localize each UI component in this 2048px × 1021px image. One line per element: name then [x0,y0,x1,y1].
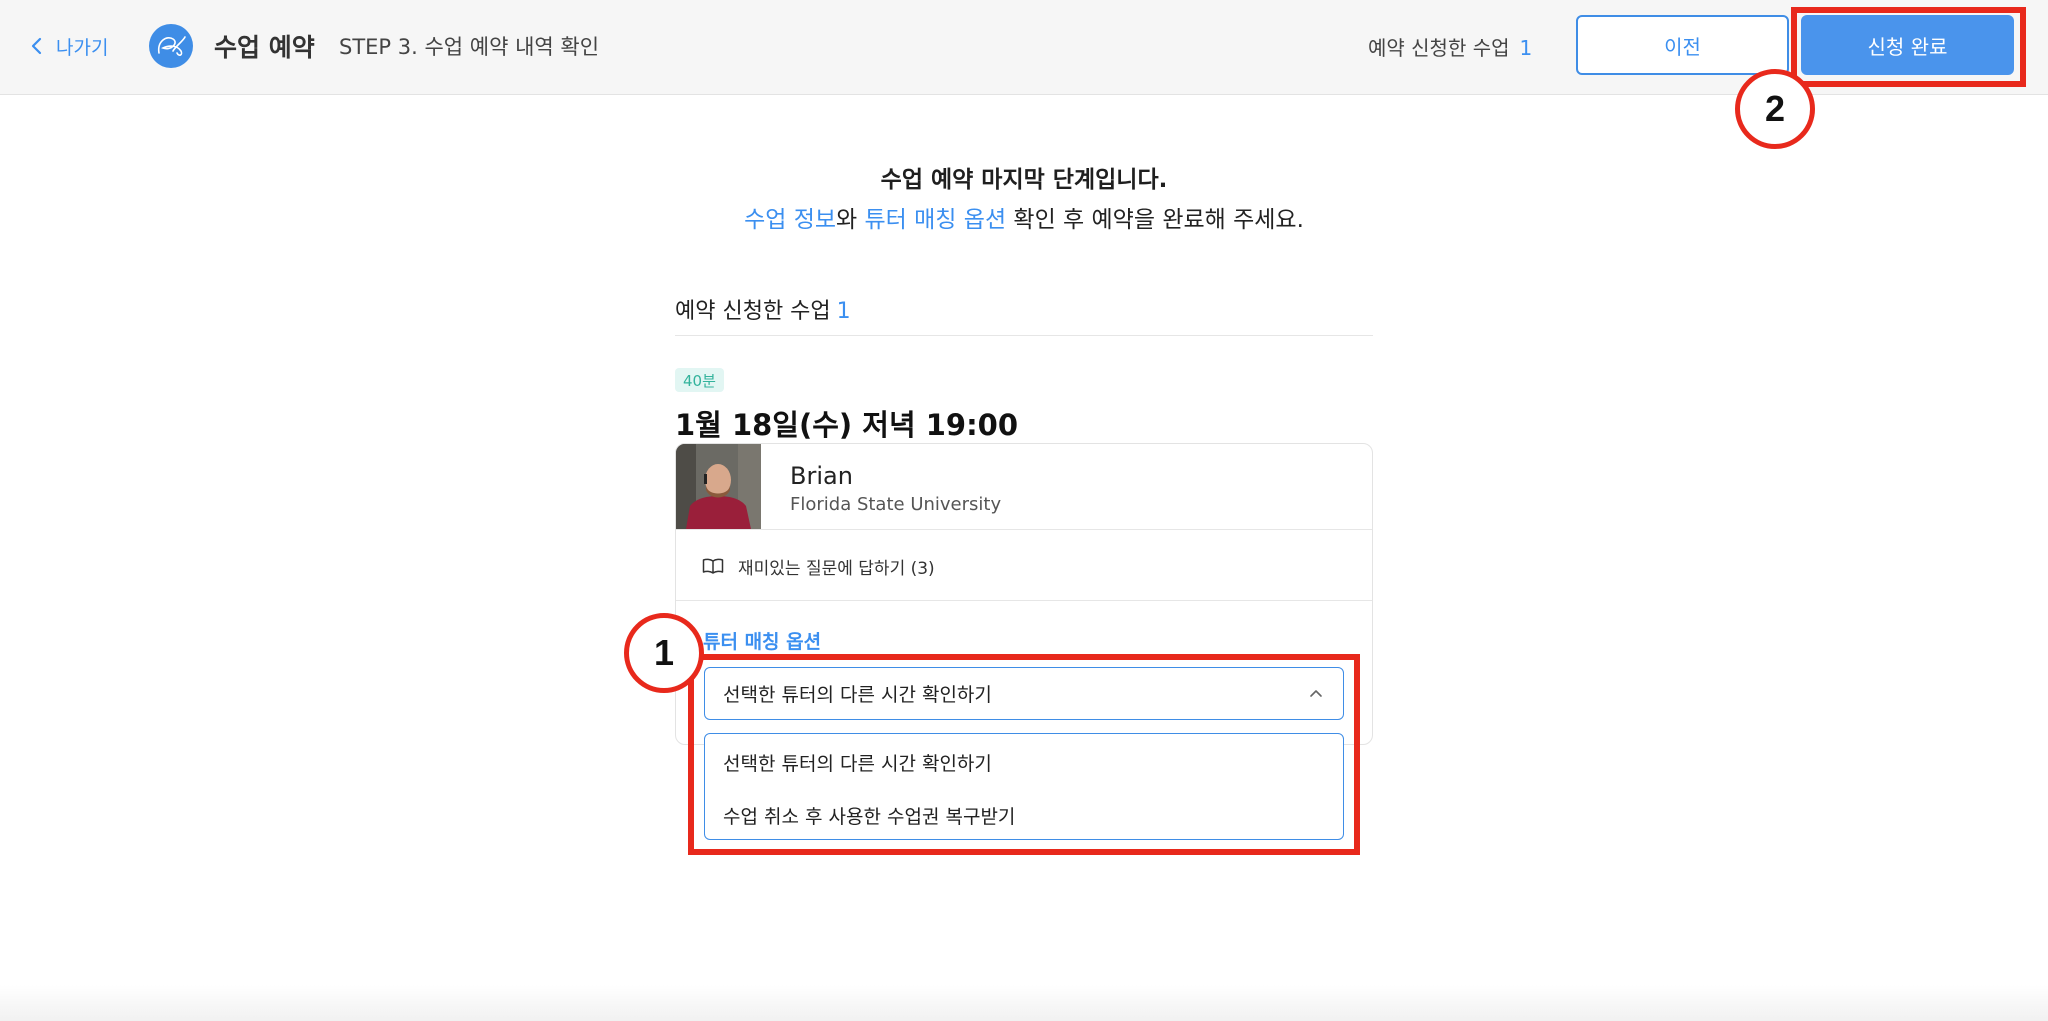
step-label: STEP 3. 수업 예약 내역 확인 [339,35,600,59]
intro-text-and: 와 [836,207,865,233]
section-count: 1 [836,299,851,324]
card-divider [676,600,1372,601]
matching-option-selected: 선택한 튜터의 다른 시간 확인하기 [723,684,992,706]
dropdown-option[interactable]: 수업 취소 후 사용한 수업권 복구받기 [723,802,1015,829]
logo-icon [157,36,186,56]
intro-heading: 수업 예약 마지막 단계입니다. [880,167,1168,193]
tutor-name: Brian [790,462,853,490]
chevron-up-icon [1310,690,1322,697]
section-title: 예약 신청한 수업 1 [675,293,851,325]
top-bar: 나가기 수업 예약 STEP 3. 수업 예약 내역 확인 예약 신청한 수업 1… [0,0,2048,95]
intro-subheading: 수업 정보와 튜터 매칭 옵션 확인 후 예약을 완료해 주세요. [0,200,2048,234]
section-title-label: 예약 신청한 수업 [675,299,831,324]
annotation-badge-1: 1 [624,613,704,693]
app-logo [149,24,193,68]
submit-complete-button[interactable]: 신청 완료 [1801,15,2014,75]
tutor-school: Florida State University [790,494,1002,515]
book-icon [702,558,724,574]
lesson-datetime: 1월 18일(수) 저녁 19:00 [675,408,1019,442]
section-divider [675,335,1373,336]
bottom-fade [0,985,2048,1021]
back-button[interactable]: 나가기 [30,30,108,62]
annotation-badge-2: 2 [1735,69,1815,149]
intro-link-class-info: 수업 정보 [744,207,837,233]
reserved-count: 예약 신청한 수업 1 [1368,32,1532,61]
page-title: 수업 예약 [214,33,315,62]
matching-option-label: 튜터 매칭 옵션 [703,631,822,653]
course-row: 재미있는 질문에 답하기 (3) [702,554,935,579]
reserved-count-value: 1 [1519,36,1533,60]
intro-link-matching-option: 튜터 매칭 옵션 [864,207,1007,233]
intro-text-rest: 확인 후 예약을 완료해 주세요. [1006,207,1304,233]
back-label: 나가기 [56,36,109,59]
previous-button[interactable]: 이전 [1576,15,1789,75]
duration-badge: 40분 [675,368,724,392]
chevron-left-icon [31,37,42,55]
course-title: 재미있는 질문에 답하기 (3) [738,558,935,579]
matching-option-dropdown: 선택한 튜터의 다른 시간 확인하기 수업 취소 후 사용한 수업권 복구받기 [704,733,1344,840]
dropdown-option[interactable]: 선택한 튜터의 다른 시간 확인하기 [723,749,992,776]
matching-option-select[interactable]: 선택한 튜터의 다른 시간 확인하기 [704,667,1344,720]
reserved-count-label: 예약 신청한 수업 [1368,36,1510,60]
tutor-photo [676,444,761,529]
card-divider [676,529,1372,530]
